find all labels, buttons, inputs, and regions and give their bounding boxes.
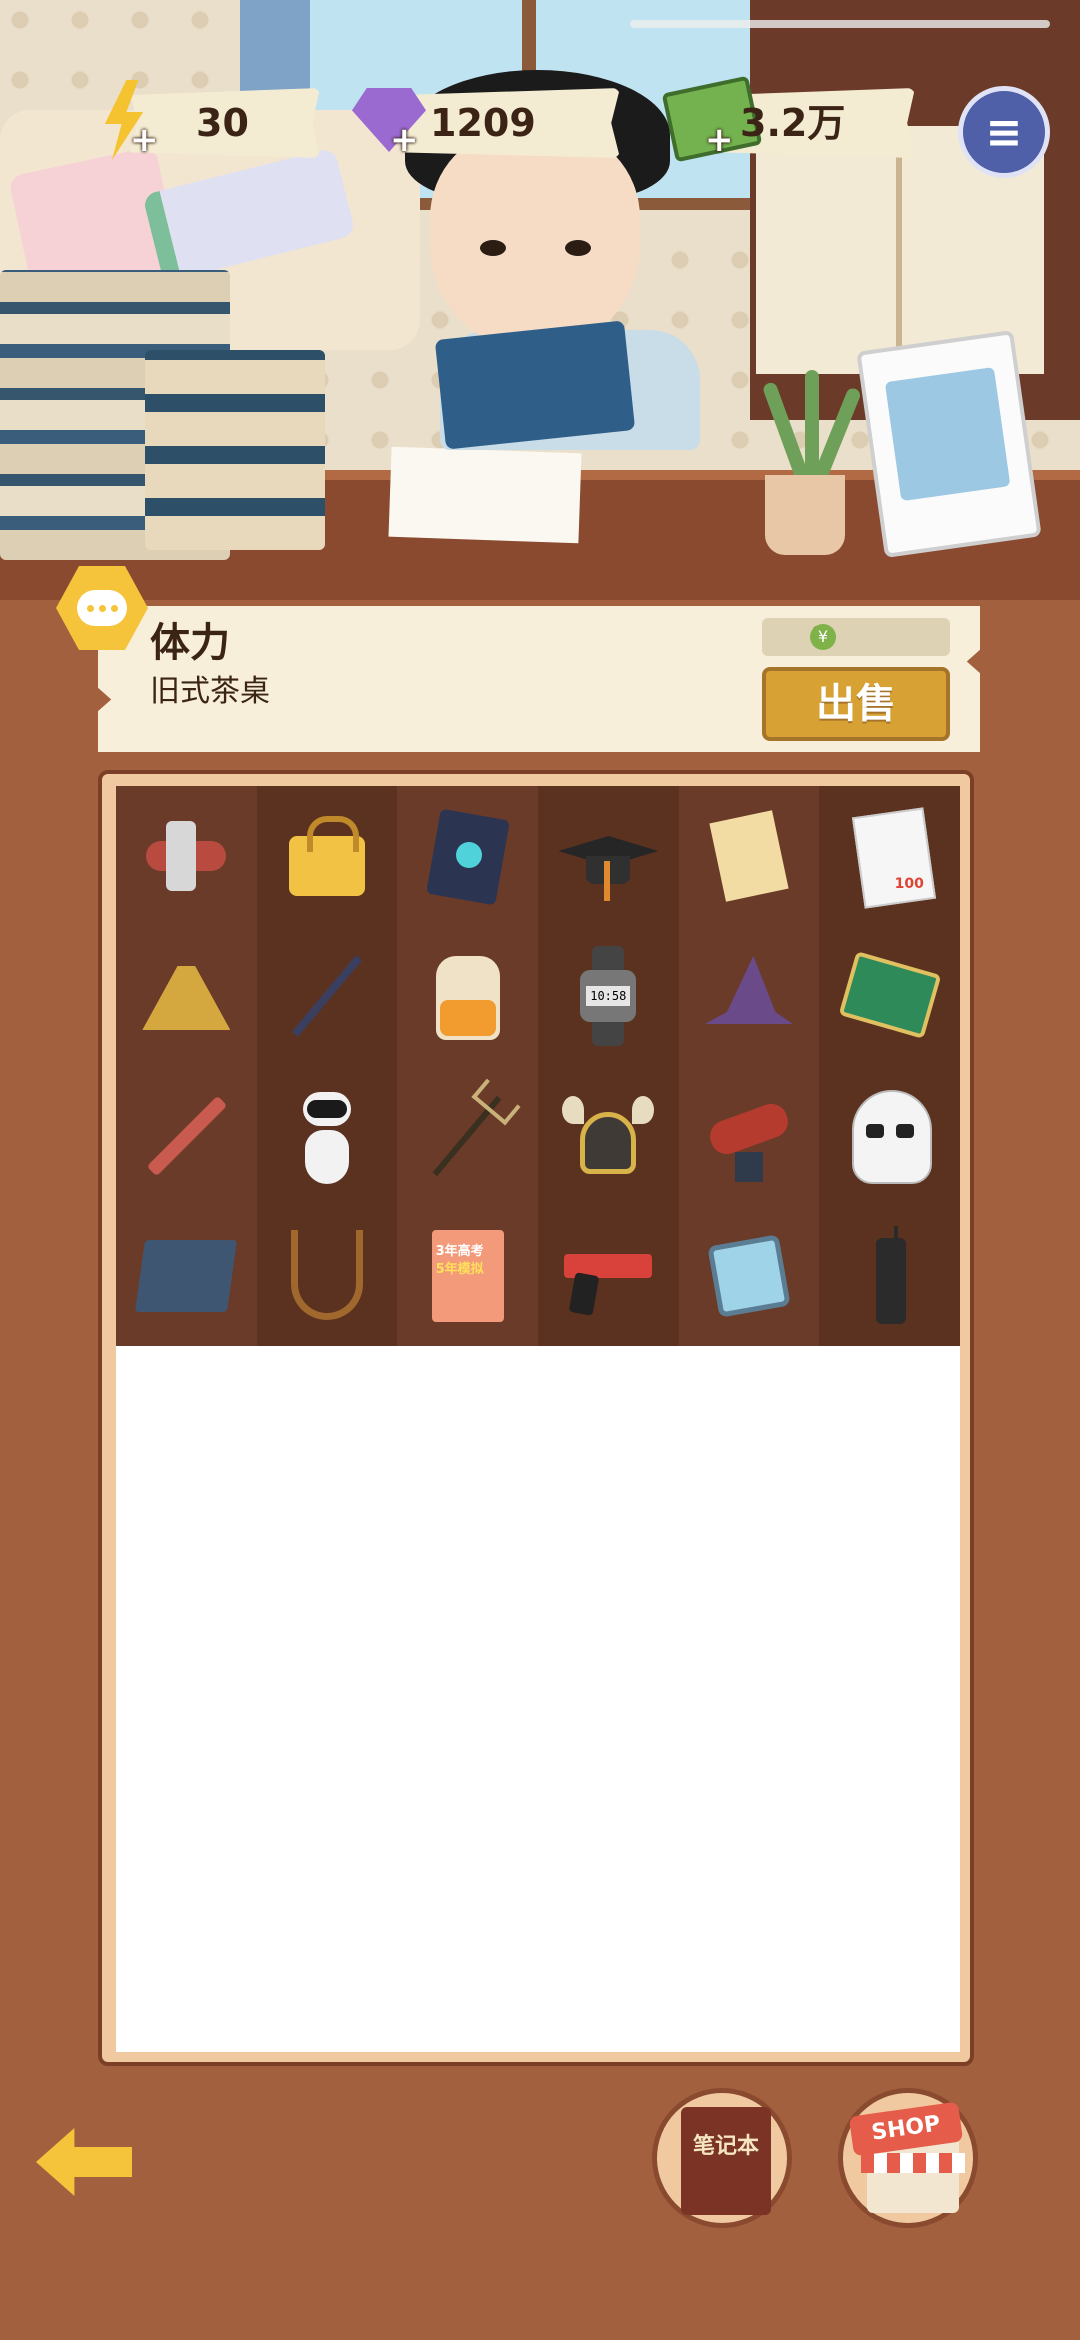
character-book <box>434 320 636 450</box>
inventory-slot-sword[interactable] <box>116 1066 257 1206</box>
scroll-indicator <box>630 20 1050 28</box>
watch-display: 10:58 <box>586 986 631 1006</box>
inventory-slot-red-pistol[interactable] <box>537 1206 679 1346</box>
character-eye <box>565 240 591 256</box>
yuan-coin-icon: ¥ <box>810 624 836 650</box>
inventory-slot-exam-workbook[interactable]: 3年高考 5年模拟 <box>397 1206 538 1346</box>
item-title: 体力 <box>150 620 230 666</box>
add-gems-icon[interactable]: + <box>390 120 419 160</box>
left-arrow-icon <box>36 2128 132 2196</box>
inventory-slot-backpack[interactable] <box>397 926 538 1066</box>
inventory-slot-microchip[interactable] <box>678 1206 820 1346</box>
add-energy-icon[interactable]: + <box>130 120 159 160</box>
shop-button[interactable]: SHOP <box>838 2088 978 2228</box>
room-scene <box>0 0 1080 600</box>
inventory-slot-spear[interactable] <box>256 926 398 1066</box>
workbook-title-2: 5年模拟 <box>435 1262 484 1277</box>
inventory-slot-toy-airplane[interactable] <box>116 786 257 926</box>
inventory-slot-brick-phone[interactable] <box>819 1206 960 1346</box>
inventory-slot-horned-helmet[interactable] <box>537 1066 679 1206</box>
cash-value: 3.2万 <box>740 101 846 145</box>
inventory-slot-magic-book[interactable] <box>397 786 538 926</box>
inventory-slot-telescope[interactable] <box>678 1066 820 1206</box>
inventory-slot-digital-watch[interactable]: 10:58 <box>537 926 679 1066</box>
character-face <box>430 130 640 350</box>
inventory-slot-white-robot[interactable] <box>256 1066 398 1206</box>
inventory-slot-parchment-scroll[interactable] <box>678 786 820 926</box>
character-eye <box>480 240 506 256</box>
desk-calendar <box>856 330 1042 558</box>
notes-help-button[interactable]: ≡ <box>958 86 1050 178</box>
inventory-slot-trident[interactable] <box>397 1066 538 1206</box>
inventory-slot-test-paper[interactable]: 100 <box>819 786 960 926</box>
inventory-slot-lyre[interactable] <box>256 1206 398 1346</box>
inventory-slot-cape[interactable] <box>116 926 257 1066</box>
workbook-title-1: 3年高考 <box>435 1244 484 1259</box>
inventory-slot-old-book[interactable] <box>116 1206 257 1346</box>
back-button[interactable] <box>36 2128 132 2196</box>
inventory-slot-yellow-handbag[interactable] <box>256 786 398 926</box>
book-stack-right <box>145 350 325 550</box>
sell-button[interactable]: 出售 <box>762 667 950 741</box>
test-score: 100 <box>894 876 924 892</box>
item-price: 0 <box>762 618 950 656</box>
add-cash-icon[interactable]: + <box>705 120 734 160</box>
shop-awning <box>861 2153 965 2173</box>
item-subtitle: 旧式茶桌 <box>150 674 270 709</box>
inventory-slot-witch-hat[interactable] <box>678 926 820 1066</box>
notebook-icon: 笔记本 <box>681 2107 771 2215</box>
inventory-slot-green-banner[interactable] <box>819 926 960 1066</box>
notes-help-icon: ≡ <box>985 106 1023 158</box>
desk-paper <box>388 446 582 544</box>
plant-pot <box>765 475 845 555</box>
gems-value: 1209 <box>430 101 536 145</box>
inventory-grid: 100 10:58 3年高考 5年模拟 <box>116 786 960 1346</box>
inventory-slot-stormtrooper-helmet[interactable] <box>819 1066 960 1206</box>
notebook-button[interactable]: 笔记本 <box>652 2088 792 2228</box>
energy-value: 30 <box>196 101 249 145</box>
inventory-slot-graduation-cap[interactable] <box>537 786 679 926</box>
